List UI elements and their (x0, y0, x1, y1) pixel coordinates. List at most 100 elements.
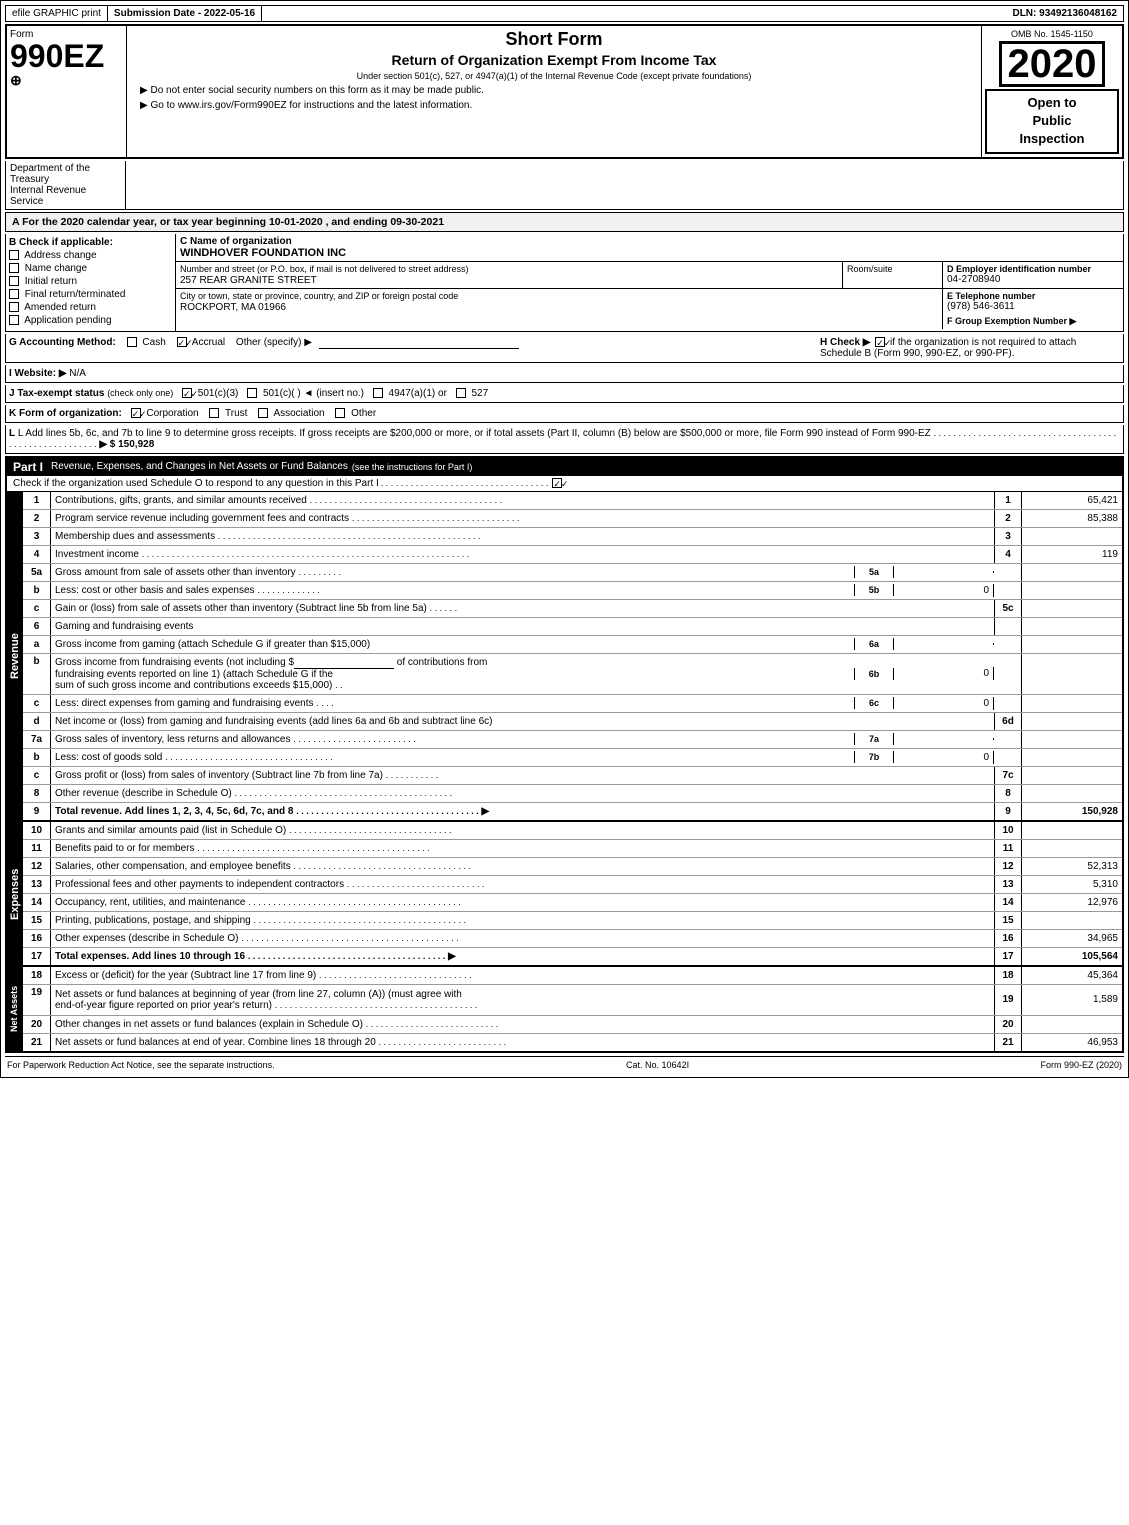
line6b-ref (994, 654, 1022, 694)
j-4947[interactable]: 4947(a)(1) or (373, 388, 450, 399)
line15-desc: Printing, publications, postage, and shi… (51, 914, 994, 927)
line18-amount: 45,364 (1022, 969, 1122, 982)
j-501c[interactable]: 501(c)( (247, 388, 297, 399)
cb-amended[interactable]: Amended return (9, 302, 172, 313)
line6a-col-label: 6a (854, 638, 894, 650)
line9-ref: 9 (994, 803, 1022, 820)
line7a-ref (994, 731, 1022, 748)
return-title: Return of Organization Exempt From Incom… (130, 52, 978, 68)
line11-amount (1022, 847, 1122, 849)
line6a-desc: Gross income from gaming (attach Schedul… (51, 638, 854, 651)
cb-address-box[interactable] (9, 250, 19, 260)
line5c-desc: Gain or (loss) from sale of assets other… (51, 602, 994, 615)
j-501c3[interactable]: ✓ 501(c)(3) (182, 388, 241, 399)
k-label: K Form of organization: (9, 408, 122, 419)
line12-ref: 12 (994, 858, 1022, 875)
line6-num: 6 (23, 618, 51, 635)
cb-final[interactable]: Final return/terminated (9, 289, 172, 300)
cb-final-box[interactable] (9, 289, 19, 299)
open-public-box: Open to Public Inspection (985, 89, 1119, 154)
line6d-ref: 6d (994, 713, 1022, 730)
line2-desc: Program service revenue including govern… (51, 512, 994, 525)
line15-ref: 15 (994, 912, 1022, 929)
line10-amount (1022, 829, 1122, 831)
line4-ref: 4 (994, 546, 1022, 563)
line7b-num: b (23, 749, 51, 766)
org-city: ROCKPORT, MA 01966 (180, 302, 938, 313)
line8-desc: Other revenue (describe in Schedule O) .… (51, 787, 994, 800)
no-ssn: ▶ Do not enter social security numbers o… (130, 85, 978, 96)
go-to: ▶ Go to www.irs.gov/Form990EZ for instru… (130, 100, 978, 111)
paperwork-notice: For Paperwork Reduction Act Notice, see … (7, 1060, 275, 1070)
cb-address[interactable]: Address change (9, 250, 172, 261)
j-527[interactable]: 527 (456, 388, 488, 399)
k-assoc[interactable]: Association (258, 408, 327, 419)
omb-number: OMB No. 1545-1150 (985, 29, 1119, 39)
line5b-amount (1022, 589, 1122, 591)
line5c-ref: 5c (994, 600, 1022, 617)
line5b-desc: Less: cost or other basis and sales expe… (51, 584, 854, 597)
line5c-num: c (23, 600, 51, 617)
k-trust[interactable]: Trust (209, 408, 250, 419)
line7b-desc: Less: cost of goods sold . . . . . . . .… (51, 751, 854, 764)
inspection-label: Inspection (990, 130, 1114, 148)
ein: 04-2708940 (947, 274, 1119, 285)
cb-application[interactable]: Application pending (9, 315, 172, 326)
i-label: I Website: ▶ (9, 368, 67, 379)
address-label: Number and street (or P.O. box, if mail … (180, 264, 468, 274)
revenue-label: Revenue (7, 492, 23, 821)
k-other[interactable]: Other (335, 408, 376, 419)
line14-desc: Occupancy, rent, utilities, and maintena… (51, 896, 994, 909)
cb-name-box[interactable] (9, 263, 19, 273)
public-label: Public (990, 112, 1114, 130)
line16-amount: 34,965 (1022, 932, 1122, 945)
line7a-col-val (894, 738, 994, 740)
line7b-ref (994, 749, 1022, 766)
part1-title: Revenue, Expenses, and Changes in Net As… (51, 461, 348, 472)
line6a-col-val (894, 643, 994, 645)
line15-num: 15 (23, 912, 51, 929)
cb-initial-box[interactable] (9, 276, 19, 286)
city-label: City or town, state or province, country… (180, 291, 458, 301)
cb-application-box[interactable] (9, 315, 19, 325)
cash-option: Cash (127, 337, 169, 348)
line20-num: 20 (23, 1016, 51, 1033)
cb-initial[interactable]: Initial return (9, 276, 172, 287)
line6d-amount (1022, 720, 1122, 722)
line7c-desc: Gross profit or (loss) from sales of inv… (51, 769, 994, 782)
f-label: F Group Exemption Number ▶ (947, 316, 1119, 327)
line7c-ref: 7c (994, 767, 1022, 784)
check-dots: . . . . . . . . . . . . . . . . . . . . … (381, 478, 549, 488)
line6c-col-val: 0 (894, 697, 994, 710)
accrual-option: ✓ Accrual (177, 337, 228, 348)
line19-amount: 1,589 (1022, 993, 1122, 1006)
line20-desc: Other changes in net assets or fund bala… (51, 1018, 994, 1031)
line6d-num: d (23, 713, 51, 730)
k-corp[interactable]: ✓ Corporation (131, 408, 202, 419)
line6c-ref (994, 695, 1022, 712)
line10-desc: Grants and similar amounts paid (list in… (51, 824, 994, 837)
dept-treasury: Department of theTreasuryInternal Revenu… (6, 161, 126, 209)
line19-ref: 19 (994, 985, 1022, 1015)
line11-num: 11 (23, 840, 51, 857)
line17-ref: 17 (994, 948, 1022, 965)
line9-num: 9 (23, 803, 51, 820)
room-label: Room/suite (847, 264, 893, 274)
check-if-label: B Check if applicable: (9, 237, 172, 248)
line3-desc: Membership dues and assessments . . . . … (51, 530, 994, 543)
line5a-ref (994, 564, 1022, 581)
line7a-col-label: 7a (854, 733, 894, 745)
line13-num: 13 (23, 876, 51, 893)
line4-desc: Investment income . . . . . . . . . . . … (51, 548, 994, 561)
schedule-icon: ⊕ (10, 72, 123, 89)
website-url: N/A (69, 368, 86, 379)
cb-amended-box[interactable] (9, 302, 19, 312)
line6-ref (994, 618, 1022, 635)
e-label: E Telephone number (947, 291, 1119, 301)
cb-name[interactable]: Name change (9, 263, 172, 274)
line21-ref: 21 (994, 1034, 1022, 1051)
form-label-footer: Form 990-EZ (2020) (1040, 1060, 1122, 1070)
line14-amount: 12,976 (1022, 896, 1122, 909)
line17-num: 17 (23, 948, 51, 965)
dln: DLN: 93492136048162 (1006, 6, 1123, 21)
